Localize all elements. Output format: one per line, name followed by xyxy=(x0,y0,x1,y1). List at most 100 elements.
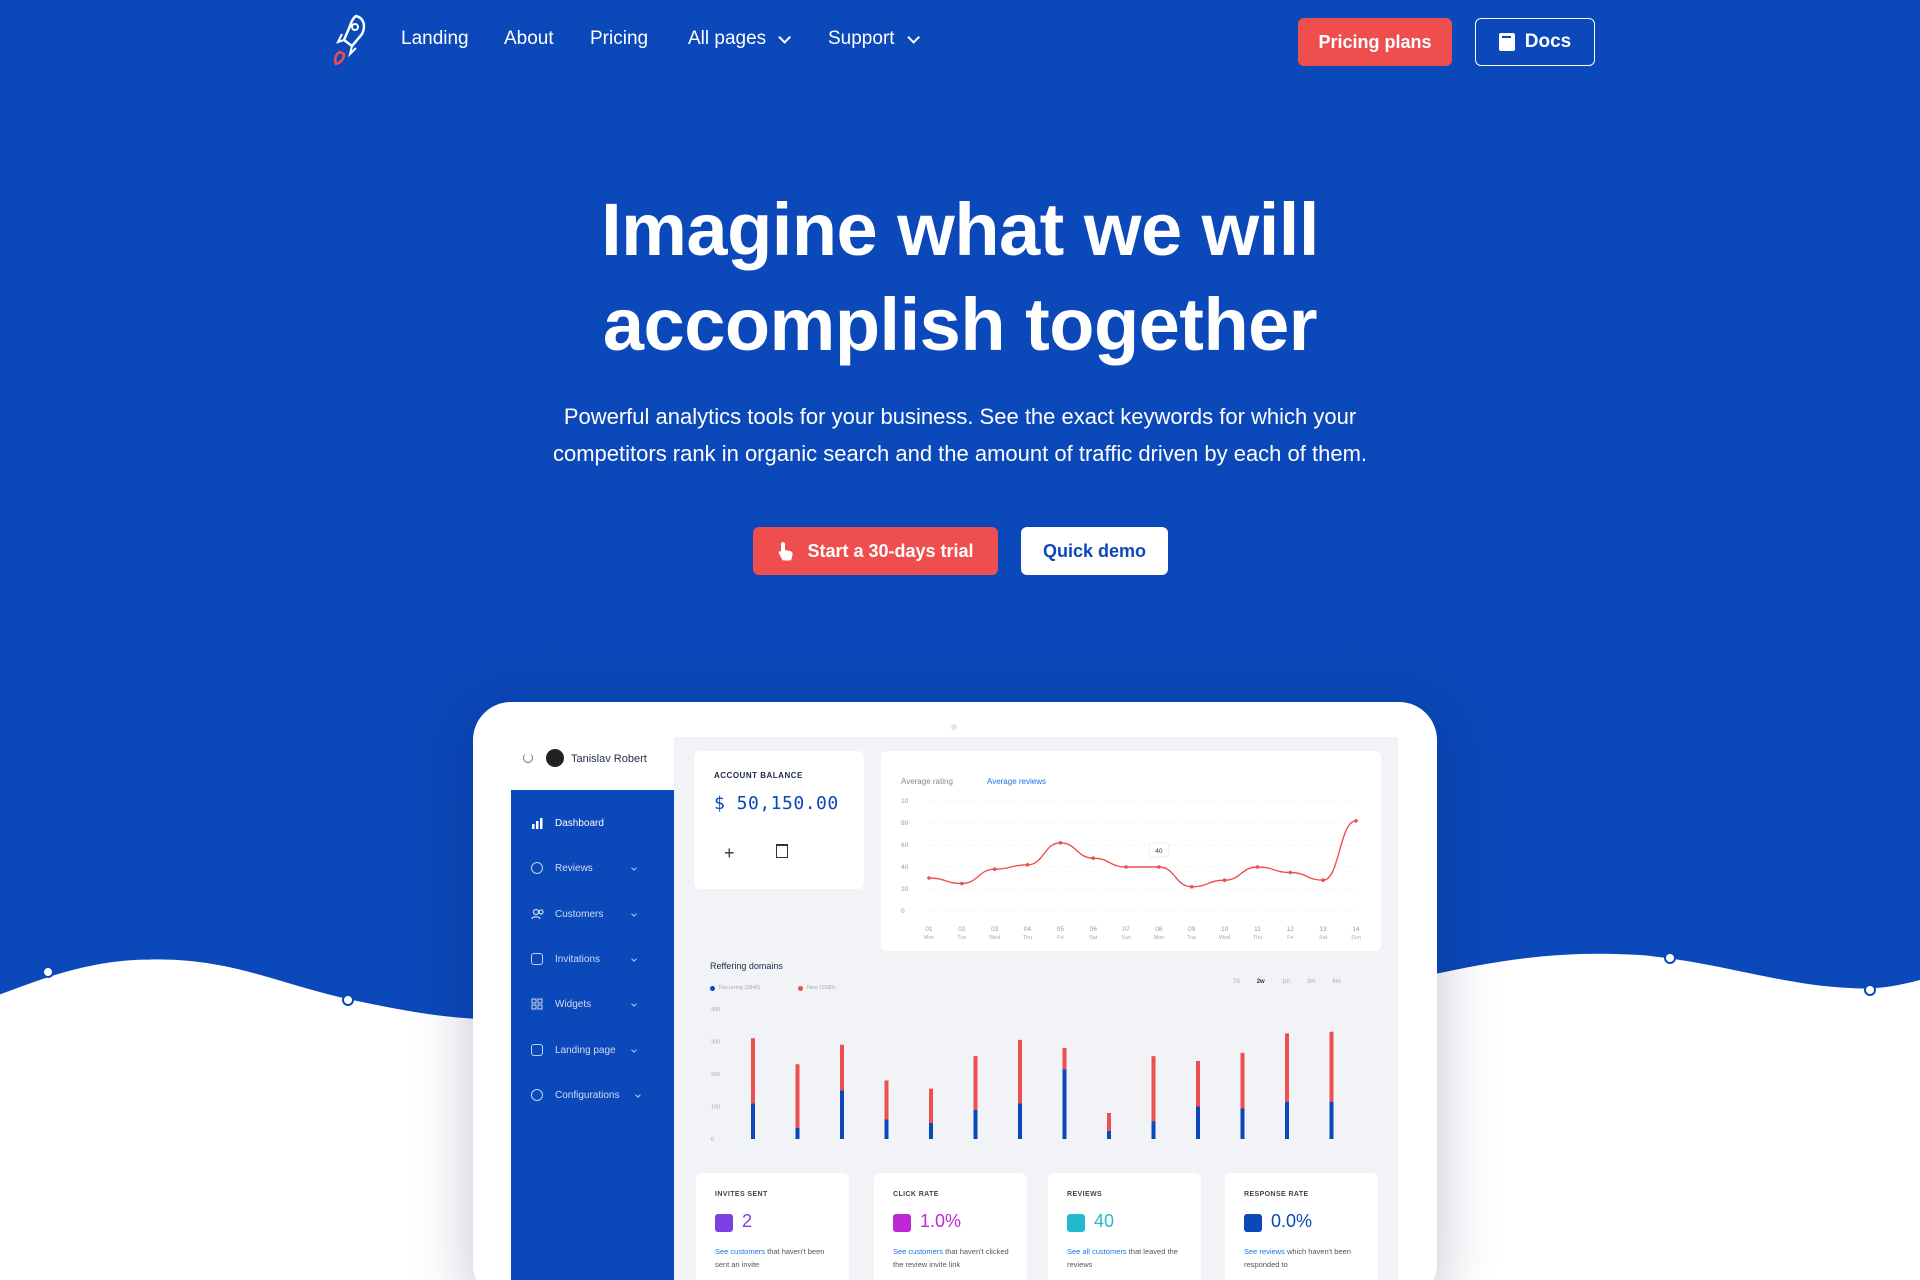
users-icon xyxy=(531,908,544,920)
chevron-down-icon xyxy=(631,865,637,871)
envelope-icon xyxy=(715,1214,733,1232)
avatar[interactable] xyxy=(546,749,564,767)
x-tick-label: 08 xyxy=(1155,926,1163,933)
pricing-plans-button[interactable]: Pricing plans xyxy=(1298,18,1452,66)
range-tab[interactable]: 3m xyxy=(1307,979,1315,985)
stat-title: INVITES SENT xyxy=(715,1191,768,1198)
camera-dot xyxy=(951,724,957,730)
quick-demo-button[interactable]: Quick demo xyxy=(1021,527,1168,575)
nav-all-pages[interactable]: All pages xyxy=(688,28,792,50)
book-icon xyxy=(1498,33,1515,51)
chevron-down-icon xyxy=(631,1001,637,1007)
nav-pricing[interactable]: Pricing xyxy=(590,28,648,50)
sidebar-item-customers[interactable]: Customers xyxy=(511,899,674,929)
hero-title-line2: accomplish together xyxy=(602,283,1318,366)
bar-chart-icon xyxy=(532,818,543,829)
data-point xyxy=(1157,865,1161,869)
y-tick-label: 300 xyxy=(711,1040,720,1046)
nav-landing[interactable]: Landing xyxy=(401,28,469,50)
stat-card-invites: INVITES SENT 2 See customers that haven'… xyxy=(696,1173,849,1280)
x-tick-label: 06 xyxy=(1090,926,1098,933)
y-tick-label: 100 xyxy=(711,1105,720,1111)
hero-title: Imagine what we will accomplish together xyxy=(460,182,1460,372)
legend-recurring: Recurring (2840) xyxy=(710,985,760,991)
x-tick-label: 04 xyxy=(1024,926,1032,933)
star-circle-icon xyxy=(531,862,543,874)
bar-new xyxy=(1196,1061,1200,1107)
sidebar-item-dashboard[interactable]: Dashboard xyxy=(511,808,674,838)
sidebar-item-label: Configurations xyxy=(555,1089,620,1101)
data-point xyxy=(1321,878,1325,882)
sidebar-item-invitations[interactable]: Invitations xyxy=(511,944,674,974)
x-tick-label: 07 xyxy=(1122,926,1130,933)
nav-about[interactable]: About xyxy=(504,28,554,50)
plus-icon[interactable]: + xyxy=(724,843,735,864)
stat-link[interactable]: See reviews xyxy=(1244,1247,1285,1256)
stat-link[interactable]: See customers xyxy=(893,1247,943,1256)
dashboard-screen: Tanislav Robert Dashboard Reviews Custom… xyxy=(511,737,1398,1280)
range-tabs: 7d 2w 1m 3m 6m xyxy=(1233,979,1341,985)
y-tick-label: 80 xyxy=(901,820,909,827)
start-trial-button[interactable]: Start a 30-days trial xyxy=(753,527,998,575)
start-trial-label: Start a 30-days trial xyxy=(807,540,974,561)
stat-link[interactable]: See all customers xyxy=(1067,1247,1127,1256)
sidebar-item-reviews[interactable]: Reviews xyxy=(511,853,674,883)
data-point xyxy=(1354,819,1358,823)
account-balance-card: ACCOUNT BALANCE $ 50,150.00 + xyxy=(694,751,864,889)
line-chart: 0 20 40 60 80 10 01 Mon 02 Tue 03 Wed 04 Thu 05 Fri 06 Sa… xyxy=(901,798,1361,941)
trash-icon[interactable] xyxy=(776,844,788,858)
docs-button[interactable]: Docs xyxy=(1475,18,1595,66)
clock-icon xyxy=(1244,1214,1262,1232)
stat-link[interactable]: See customers xyxy=(715,1247,765,1256)
x-tick-label: 09 xyxy=(1188,926,1196,933)
x-tick-sublabel: Wed xyxy=(989,935,1000,941)
range-tab[interactable]: 2w xyxy=(1257,979,1265,985)
bar-new xyxy=(929,1088,933,1123)
sidebar-item-label: Reviews xyxy=(555,862,593,874)
x-tick-sublabel: Mon xyxy=(1154,935,1165,941)
range-tab[interactable]: 7d xyxy=(1233,979,1240,985)
bar-recurring xyxy=(973,1109,978,1139)
sidebar-item-configurations[interactable]: Configurations xyxy=(511,1080,674,1110)
user-header[interactable]: Tanislav Robert xyxy=(511,737,674,790)
y-tick-label: 0 xyxy=(711,1137,714,1143)
x-tick-sublabel: Tue xyxy=(957,935,966,941)
bar-recurring xyxy=(884,1119,889,1139)
stat-description: See all customers that leaved the review… xyxy=(1067,1245,1187,1271)
y-tick-label: 40 xyxy=(901,864,909,871)
bar-new xyxy=(1018,1039,1022,1104)
x-tick-label: 05 xyxy=(1057,926,1065,933)
legend-label: Recurring (2840) xyxy=(719,985,761,991)
hero-subtitle-line2: competitors rank in organic search and t… xyxy=(552,441,1368,466)
data-point xyxy=(927,876,931,880)
stat-value: 0.0% xyxy=(1271,1211,1313,1231)
x-tick-sublabel: Sat xyxy=(1319,935,1328,941)
bar-recurring xyxy=(840,1090,844,1139)
sidebar-item-label: Dashboard xyxy=(555,817,604,829)
x-tick-sublabel: Mon xyxy=(924,935,935,941)
stat-card-click-rate: CLICK RATE 1.0% See customers that haven… xyxy=(874,1173,1027,1280)
data-point xyxy=(1255,865,1260,869)
x-tick-sublabel: Wed xyxy=(1219,935,1230,941)
x-tick-label: 14 xyxy=(1352,926,1360,933)
range-tab[interactable]: 6m xyxy=(1332,979,1340,985)
chevron-down-icon xyxy=(635,1092,641,1098)
sidebar-item-widgets[interactable]: Widgets xyxy=(511,989,674,1019)
sidebar-item-landing-page[interactable]: Landing page xyxy=(511,1035,674,1065)
bar-chart: 0 100 200 300 400 xyxy=(711,1007,1334,1143)
y-tick-label: 0 xyxy=(901,908,905,915)
rocket-logo-icon[interactable] xyxy=(326,12,372,68)
gear-icon xyxy=(531,1089,543,1101)
chevron-down-icon xyxy=(631,911,637,917)
range-tab[interactable]: 1m xyxy=(1282,979,1290,985)
data-point xyxy=(1288,870,1293,875)
cursor-click-icon xyxy=(893,1214,911,1232)
nav-support[interactable]: Support xyxy=(828,28,920,50)
x-tick-label: 10 xyxy=(1221,926,1229,933)
x-tick-sublabel: Sun xyxy=(1121,935,1131,941)
refresh-icon[interactable] xyxy=(523,753,533,763)
docs-label: Docs xyxy=(1524,31,1572,52)
bar-recurring xyxy=(1062,1069,1067,1139)
data-point xyxy=(1189,885,1194,889)
legend-dot xyxy=(710,985,715,991)
